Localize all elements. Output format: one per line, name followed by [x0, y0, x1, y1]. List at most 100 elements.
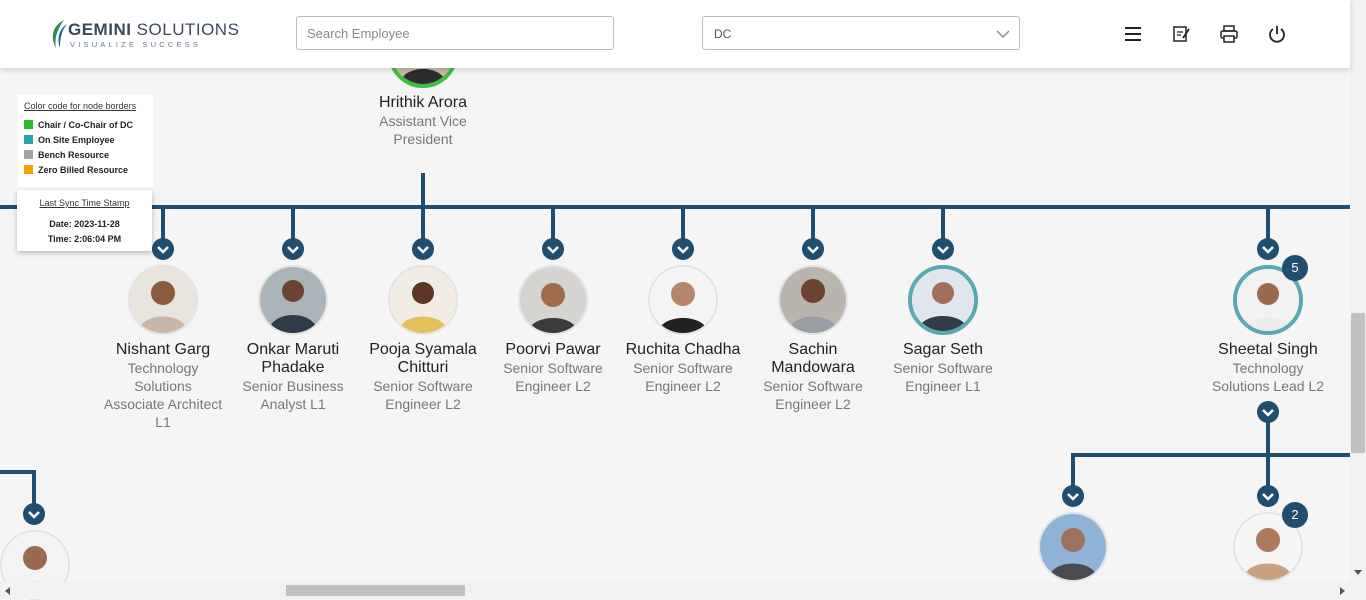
- employee-node-info[interactable]: Nishant Garg Technology Solutions Associ…: [98, 341, 228, 431]
- root-node-info[interactable]: Hrithik Arora Assistant Vice President: [358, 94, 488, 148]
- scroll-left-arrow-icon[interactable]: [4, 587, 12, 595]
- sync-time: Time: 2:06:04 PM: [47, 234, 122, 244]
- employee-name: Chitturi: [397, 359, 449, 376]
- expand-chevron-icon[interactable]: [931, 237, 955, 261]
- employee-title: Technology: [127, 360, 199, 376]
- legend-title: Color code for node borders: [24, 101, 137, 111]
- employee-name: Pooja Syamala: [369, 341, 477, 358]
- scroll-right-arrow-icon[interactable]: [1338, 587, 1346, 595]
- employee-name: Onkar Maruti: [246, 341, 340, 358]
- expand-chevron-icon[interactable]: [281, 237, 305, 261]
- employee-title: Senior Software: [503, 360, 603, 376]
- employee-name: Poorvi Pawar: [505, 341, 601, 358]
- person-photo-icon: [912, 269, 974, 331]
- horizontal-scrollbar-thumb[interactable]: [286, 585, 465, 596]
- expand-chevron-icon[interactable]: [1256, 484, 1280, 508]
- employee-title: Analyst L1: [260, 396, 326, 412]
- brand-tagline: VISUALIZE SUCCESS: [70, 40, 202, 49]
- employee-avatar[interactable]: [648, 265, 718, 335]
- employee-name: Ruchita Chadha: [625, 341, 741, 358]
- expand-chevron-icon[interactable]: [1256, 400, 1280, 424]
- expand-chevron-icon[interactable]: [801, 237, 825, 261]
- legend-item: Bench Resource: [24, 150, 109, 160]
- employee-avatar[interactable]: [388, 265, 458, 335]
- employee-avatar[interactable]: [908, 265, 978, 335]
- employee-node-info[interactable]: Sachin Mandowara Senior Software Enginee…: [748, 341, 878, 413]
- vertical-scrollbar-thumb[interactable]: [1351, 313, 1365, 453]
- legend-item: Zero Billed Resource: [24, 165, 128, 175]
- power-icon[interactable]: [1267, 24, 1287, 44]
- person-photo-icon: [520, 267, 586, 333]
- employee-avatar[interactable]: [778, 265, 848, 335]
- employee-title: Solutions: [134, 378, 192, 394]
- employee-node-info[interactable]: Pooja Syamala Chitturi Senior Software E…: [358, 341, 488, 413]
- horizontal-scrollbar[interactable]: [0, 582, 1366, 599]
- employee-title: Senior Software: [633, 360, 733, 376]
- employee-avatar[interactable]: [128, 265, 198, 335]
- leaf-logo-icon: [52, 20, 67, 48]
- vertical-scrollbar[interactable]: [1350, 0, 1366, 582]
- employee-name: Phadake: [261, 359, 325, 376]
- employee-avatar[interactable]: [258, 265, 328, 335]
- expand-chevron-icon[interactable]: [411, 237, 435, 261]
- notes-icon[interactable]: [1171, 24, 1191, 44]
- employee-title: Senior Software: [373, 378, 473, 394]
- employee-name: Mandowara: [771, 359, 855, 376]
- employee-title: Senior Business: [242, 378, 344, 394]
- sync-date: Date: 2023-11-28: [49, 219, 120, 229]
- connector-line: [1266, 205, 1270, 241]
- legend-swatch: [24, 165, 33, 174]
- employee-name: Hrithik Arora: [378, 94, 468, 111]
- brand-name: GEMINI SOLUTIONS: [68, 20, 240, 39]
- employee-title: Senior Software: [893, 360, 993, 376]
- employee-name: Nishant Garg: [115, 341, 211, 358]
- employee-node-info[interactable]: Sagar Seth Senior Software Engineer L1: [878, 341, 1008, 395]
- person-photo-icon: [130, 267, 196, 333]
- top-header: GEMINI SOLUTIONS VISUALIZE SUCCESS DC: [0, 0, 1350, 68]
- connector-line: [0, 205, 1350, 209]
- employee-name: Sheetal Singh: [1218, 341, 1318, 358]
- employee-node-info[interactable]: Sheetal Singh Technology Solutions Lead …: [1198, 341, 1338, 395]
- employee-avatar[interactable]: [518, 265, 588, 335]
- direct-reports-badge: 2: [1282, 502, 1308, 528]
- expand-chevron-icon[interactable]: [1061, 484, 1085, 508]
- expand-chevron-icon[interactable]: [541, 237, 565, 261]
- print-icon[interactable]: [1219, 24, 1239, 44]
- legend-swatch: [24, 150, 33, 159]
- employee-node-info[interactable]: Ruchita Chadha Senior Software Engineer …: [618, 341, 748, 395]
- color-legend: Color code for node borders Chair / Co-C…: [18, 95, 153, 187]
- employee-title: Engineer L2: [515, 378, 591, 394]
- person-photo-icon: [780, 267, 846, 333]
- scroll-down-arrow-icon[interactable]: [1354, 568, 1362, 576]
- employee-title: Senior Software: [763, 378, 863, 394]
- person-photo-icon: [1040, 514, 1106, 580]
- employee-name: Sagar Seth: [902, 341, 984, 358]
- legend-item: On Site Employee: [24, 135, 115, 145]
- company-logo[interactable]: GEMINI SOLUTIONS VISUALIZE SUCCESS: [48, 16, 239, 54]
- search-employee-input[interactable]: [296, 16, 614, 50]
- connector-line: [32, 470, 36, 506]
- expand-chevron-icon[interactable]: [671, 237, 695, 261]
- employee-title: Solutions Lead L2: [1211, 378, 1325, 394]
- employee-node-info[interactable]: Onkar Maruti Phadake Senior Business Ana…: [228, 341, 358, 413]
- legend-swatch: [24, 135, 33, 144]
- employee-title: Engineer L2: [775, 396, 851, 412]
- legend-item: Chair / Co-Chair of DC: [24, 120, 133, 130]
- connector-line: [161, 205, 165, 241]
- expand-chevron-icon[interactable]: [151, 237, 175, 261]
- menu-icon[interactable]: [1123, 24, 1143, 44]
- employee-avatar[interactable]: [1038, 512, 1108, 582]
- connector-line: [421, 173, 425, 209]
- connector-line: [1071, 453, 1075, 488]
- connector-line: [291, 205, 295, 241]
- connector-line: [681, 205, 685, 241]
- department-select[interactable]: DC: [702, 16, 1020, 50]
- employee-node-info[interactable]: Poorvi Pawar Senior Software Engineer L2: [488, 341, 618, 395]
- employee-name: Sachin: [788, 341, 838, 358]
- expand-chevron-icon[interactable]: [22, 502, 46, 526]
- employee-title: Assistant Vice: [379, 113, 467, 129]
- expand-chevron-icon[interactable]: [1256, 237, 1280, 261]
- legend-swatch: [24, 120, 33, 129]
- person-photo-icon: [260, 267, 326, 333]
- employee-title: Engineer L1: [905, 378, 981, 394]
